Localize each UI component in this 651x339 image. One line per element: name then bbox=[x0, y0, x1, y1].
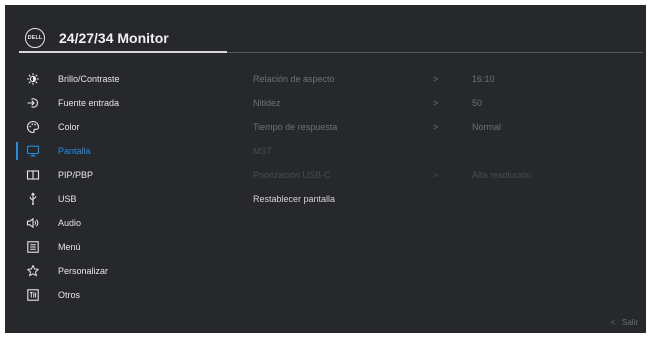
chevron-right-icon: > bbox=[433, 74, 439, 84]
chevron-right-icon: > bbox=[433, 122, 439, 132]
submenu-item-relacion-de-aspecto[interactable]: Relación de aspecto > 16:10 bbox=[5, 67, 646, 91]
exit-label: Salir bbox=[621, 318, 638, 327]
menu-item-audio[interactable]: Audio bbox=[5, 211, 235, 235]
exit-button[interactable]: < Salir bbox=[610, 317, 638, 329]
chevron-left-icon: < bbox=[610, 318, 615, 327]
monitor-title: 24/27/34 Monitor bbox=[59, 30, 169, 46]
dell-logo: DELL bbox=[25, 28, 45, 48]
submenu-item-label: Nitidez bbox=[253, 98, 281, 108]
submenu-item-label: Relación de aspecto bbox=[253, 74, 335, 84]
submenu-item-label: MST bbox=[253, 146, 272, 156]
speaker-icon bbox=[26, 216, 40, 230]
submenu-item-label: Tiempo de respuesta bbox=[253, 122, 338, 132]
submenu-item-value: Normal bbox=[472, 122, 502, 132]
submenu-item-restablecer-pantalla[interactable]: Restablecer pantalla bbox=[5, 187, 646, 211]
menu-item-label: Otros bbox=[58, 290, 81, 300]
submenu-item-value: Alta resolución bbox=[472, 170, 532, 180]
submenu-item-mst: MST bbox=[5, 139, 646, 163]
chevron-right-icon: > bbox=[433, 170, 439, 180]
submenu-item-nitidez[interactable]: Nitidez > 50 bbox=[5, 91, 646, 115]
submenu-item-value: 50 bbox=[472, 98, 483, 108]
submenu-item-tiempo-de-respuesta[interactable]: Tiempo de respuesta > Normal bbox=[5, 115, 646, 139]
submenu-item-label: Priorización USB-C bbox=[253, 170, 331, 180]
star-icon bbox=[26, 264, 40, 278]
others-icon bbox=[26, 288, 40, 302]
submenu-item-priorizacion-usb-c: Priorización USB-C > Alta resolución bbox=[5, 163, 646, 187]
header-divider-accent bbox=[19, 51, 227, 53]
menu-item-label: Personalizar bbox=[58, 266, 109, 276]
menu-item-otros[interactable]: Otros bbox=[5, 283, 235, 307]
osd-window: DELL 24/27/34 Monitor Brillo/Contraste F… bbox=[5, 5, 646, 333]
menu-icon bbox=[26, 240, 40, 254]
menu-item-label: Menú bbox=[58, 242, 81, 252]
menu-item-menu[interactable]: Menú bbox=[5, 235, 235, 259]
chevron-right-icon: > bbox=[433, 98, 439, 108]
menu-item-personalizar[interactable]: Personalizar bbox=[5, 259, 235, 283]
menu-item-label: Audio bbox=[58, 218, 82, 228]
submenu-item-value: 16:10 bbox=[472, 74, 495, 84]
osd-header: DELL 24/27/34 Monitor bbox=[5, 5, 646, 58]
submenu-item-label: Restablecer pantalla bbox=[253, 194, 336, 204]
